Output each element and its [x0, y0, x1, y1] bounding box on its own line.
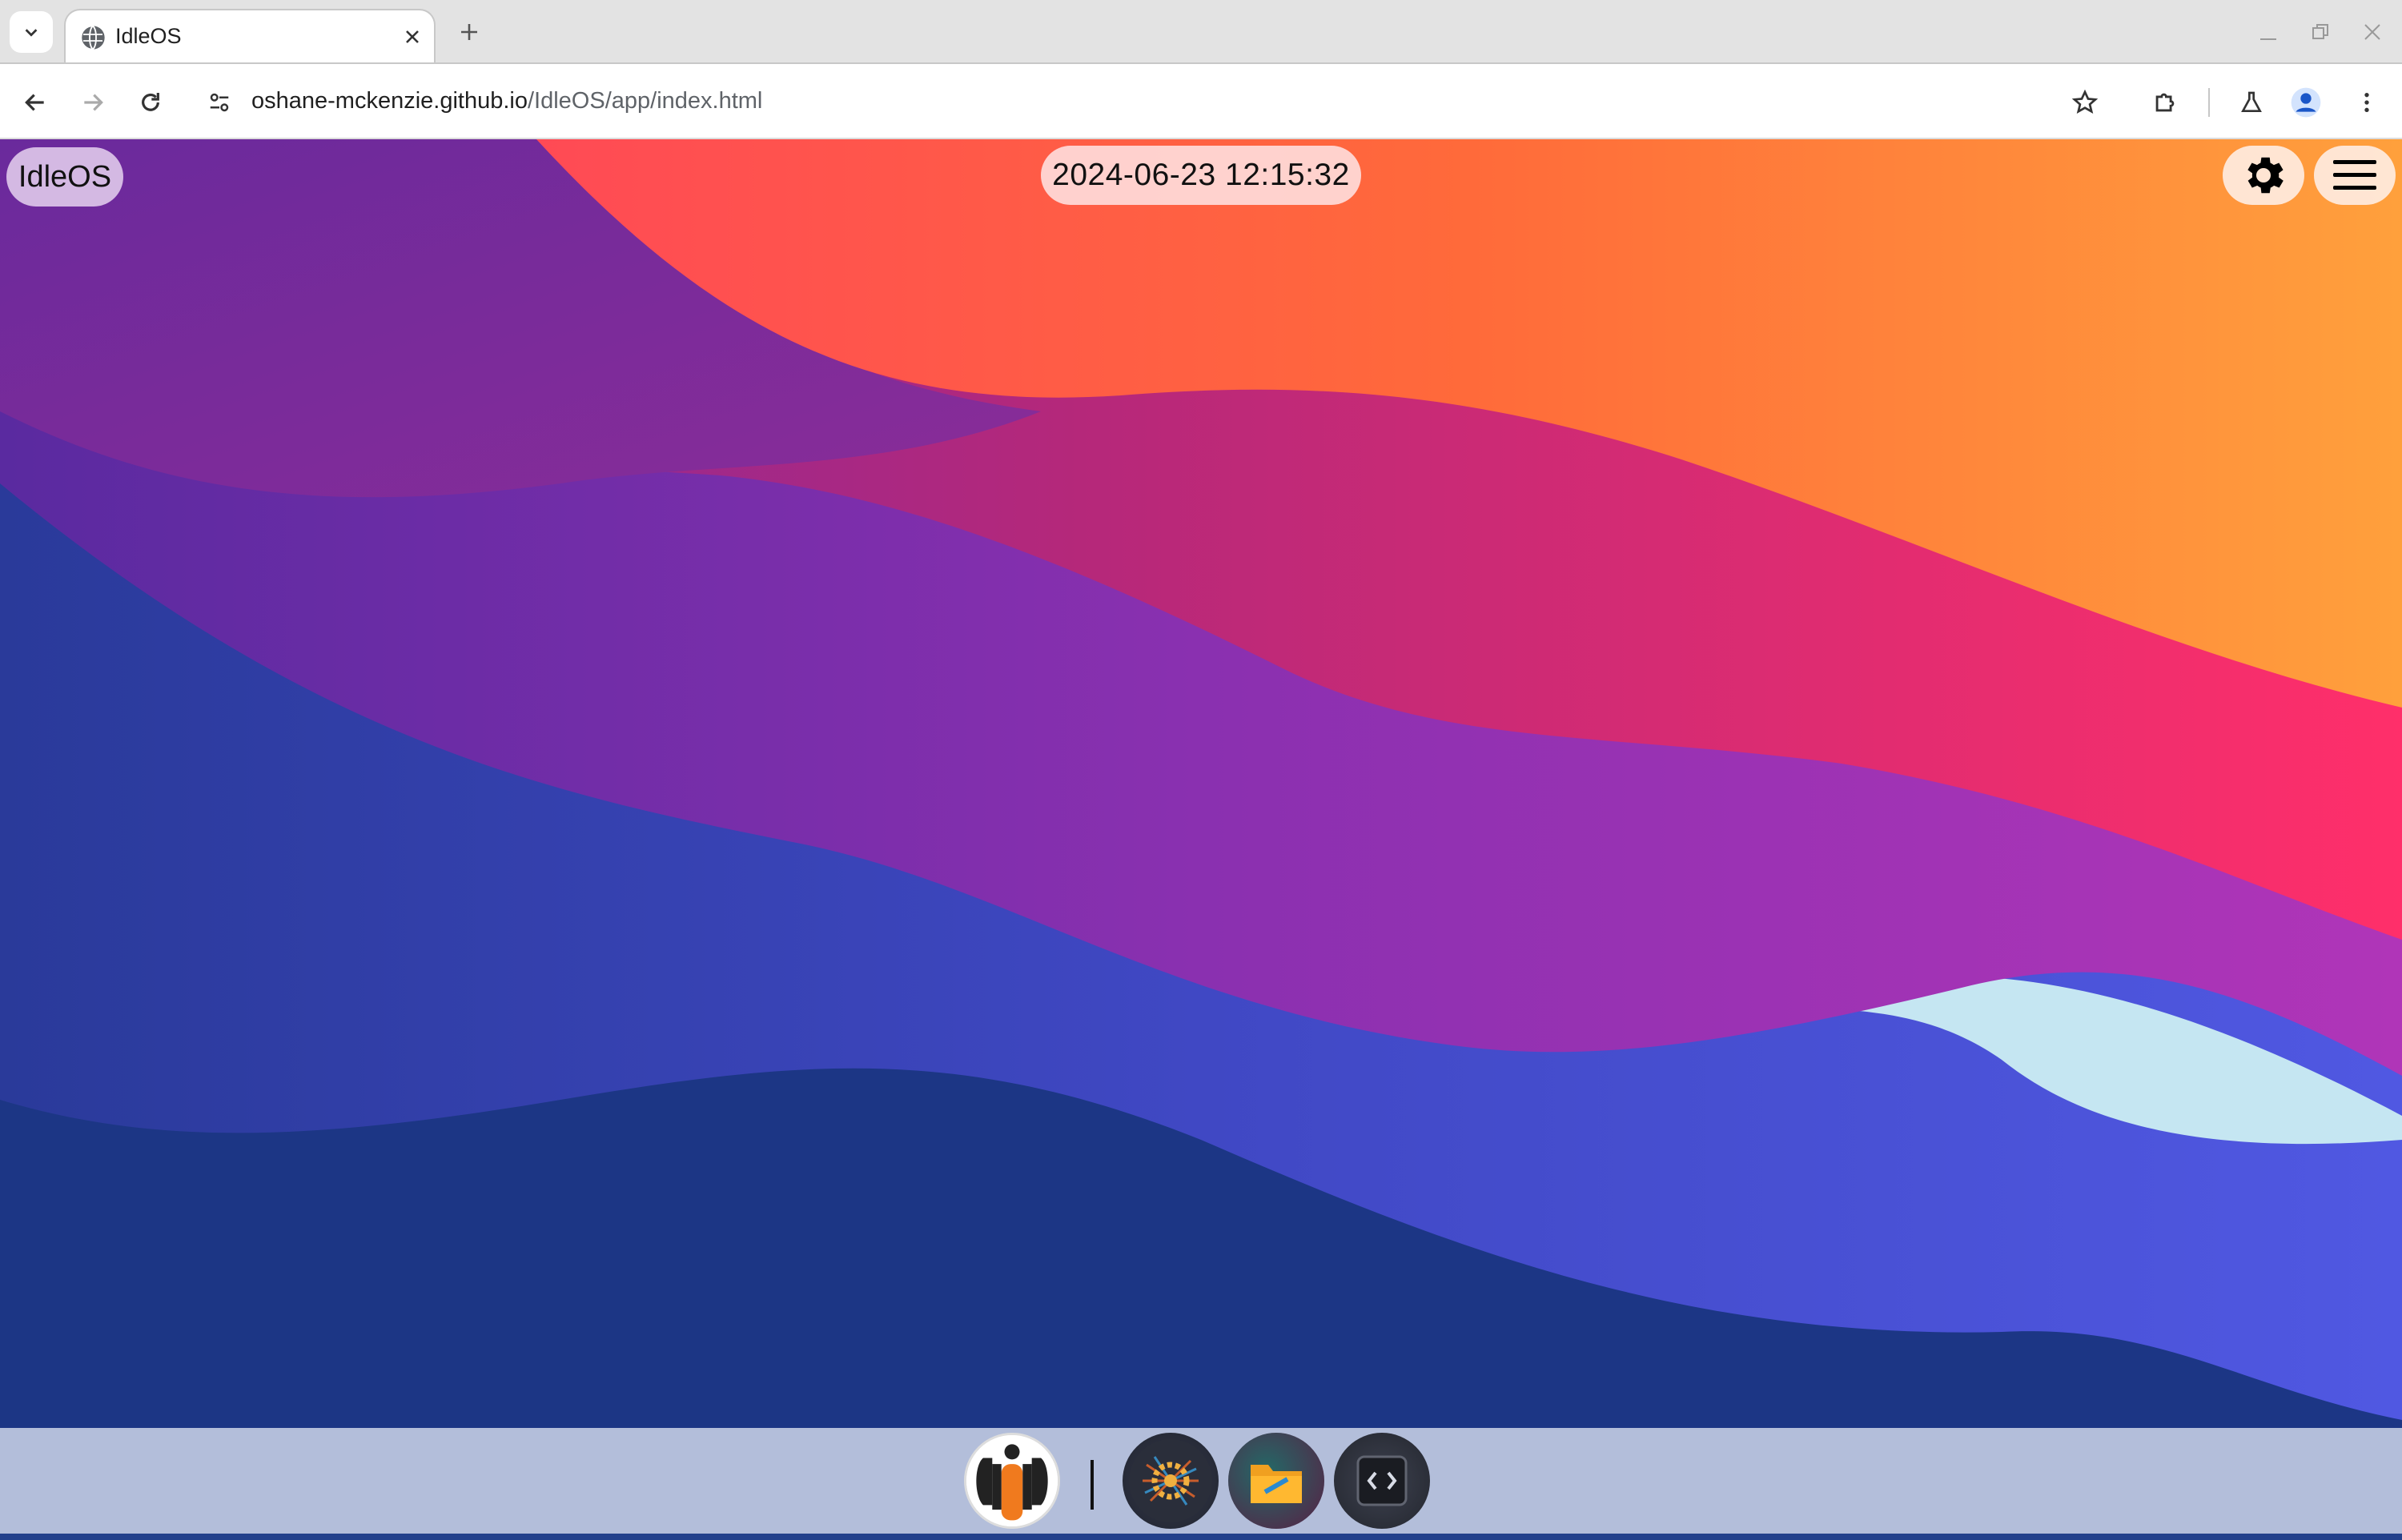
- kebab-menu-icon: [2364, 93, 2369, 112]
- tune-icon: [210, 93, 229, 112]
- dock-bottom-edge: [0, 1534, 2402, 1540]
- gear-icon: [2247, 157, 2284, 194]
- code-editor-app[interactable]: [1334, 1433, 1430, 1529]
- settings-button[interactable]: [2223, 146, 2304, 205]
- idleos-logo-icon: [966, 1435, 1058, 1526]
- tab-search-button[interactable]: [10, 11, 53, 53]
- url-host: oshane-mckenzie.github.io: [251, 88, 528, 114]
- minimize-icon: [2260, 38, 2276, 40]
- tab-title: IdleOS: [115, 24, 182, 48]
- restore-icon: [2312, 24, 2328, 39]
- site-info-button[interactable]: [202, 85, 237, 120]
- avatar-icon: [2291, 87, 2321, 118]
- globe-icon: [80, 25, 105, 50]
- new-tab-button[interactable]: [453, 16, 485, 48]
- browser-toolbar: oshane-mckenzie.github.io/IdleOS/app/ind…: [0, 62, 2402, 139]
- arrow-right-icon: [84, 94, 103, 111]
- hamburger-menu-icon: [2333, 160, 2376, 190]
- restore-button[interactable]: [2306, 18, 2335, 46]
- close-icon: [2364, 24, 2380, 40]
- extensions-button[interactable]: [2147, 85, 2183, 120]
- tab-close-button[interactable]: [399, 23, 426, 50]
- bookmark-button[interactable]: [2067, 85, 2103, 120]
- arrow-left-icon: [25, 94, 44, 111]
- reload-button[interactable]: [133, 85, 168, 120]
- folder-app-icon: [1228, 1433, 1324, 1529]
- settings-app[interactable]: [1123, 1433, 1219, 1529]
- close-window-button[interactable]: [2358, 18, 2387, 46]
- reload-icon: [142, 93, 159, 111]
- idleos-launcher[interactable]: [964, 1433, 1060, 1529]
- labs-button[interactable]: [2234, 85, 2269, 120]
- puzzle-icon: [2155, 93, 2175, 112]
- forward-button[interactable]: [75, 85, 110, 120]
- profile-button[interactable]: [2288, 85, 2324, 120]
- browser-menu-button[interactable]: [2349, 85, 2384, 120]
- minimize-button[interactable]: [2254, 18, 2283, 46]
- flask-icon: [2241, 91, 2262, 112]
- toolbar-separator: [2208, 88, 2210, 117]
- star-icon: [2071, 89, 2099, 114]
- file-manager-app[interactable]: [1228, 1433, 1324, 1529]
- browser-tab-strip: IdleOS: [0, 0, 2402, 64]
- idleos-logo-label[interactable]: IdleOS: [6, 147, 123, 207]
- wave-wallpaper: [0, 139, 2402, 1540]
- url-path: /IdleOS/app/index.html: [527, 88, 763, 114]
- address-bar[interactable]: oshane-mckenzie.github.io/IdleOS/app/ind…: [251, 88, 762, 114]
- active-tab[interactable]: IdleOS: [64, 9, 436, 64]
- menu-button[interactable]: [2314, 146, 2396, 205]
- plus-icon: [461, 24, 477, 40]
- back-button[interactable]: [18, 85, 53, 120]
- close-icon: [406, 30, 419, 43]
- settings-gear-app-icon: [1129, 1439, 1212, 1522]
- clock-display: 2024-06-23 12:15:32: [1041, 146, 1361, 205]
- dock-divider: [1091, 1460, 1094, 1510]
- code-brackets-app-icon: [1356, 1455, 1408, 1506]
- idleos-desktop: IdleOS 2024-06-23 12:15:32: [0, 139, 2402, 1540]
- chevron-down-icon: [25, 29, 38, 37]
